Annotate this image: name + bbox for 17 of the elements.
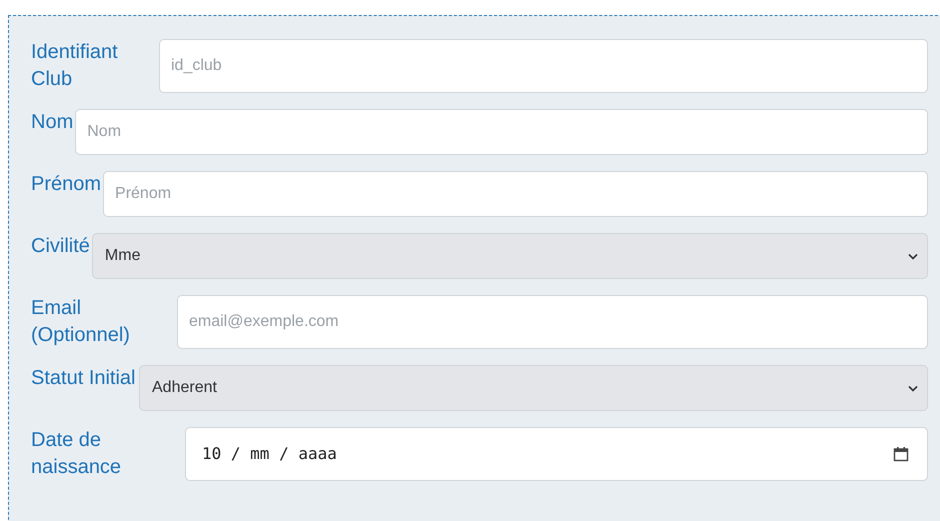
text-field[interactable]: id_club: [159, 39, 928, 93]
field-label: Identifiant Club: [31, 40, 119, 92]
field-label: Prénom: [31, 172, 102, 197]
text-field[interactable]: Prénom: [103, 171, 928, 217]
field-label: Date de naissance: [31, 428, 122, 480]
chevron-down-icon: [908, 252, 918, 260]
field-label: Civilité: [31, 234, 90, 259]
date-field[interactable]: 10 / mm / aaaa: [185, 427, 928, 481]
text-field[interactable]: email@exemple.com: [177, 295, 928, 349]
field-label: Email (Optionnel): [31, 296, 131, 348]
field-label: Statut Initial: [31, 366, 137, 391]
text-field[interactable]: Nom: [75, 109, 928, 155]
chevron-down-icon: [908, 384, 918, 392]
calendar-icon: [893, 446, 909, 462]
select-field[interactable]: Mme: [92, 233, 928, 279]
select-field[interactable]: Adherent: [139, 365, 928, 411]
field-label: Nom: [31, 110, 74, 135]
